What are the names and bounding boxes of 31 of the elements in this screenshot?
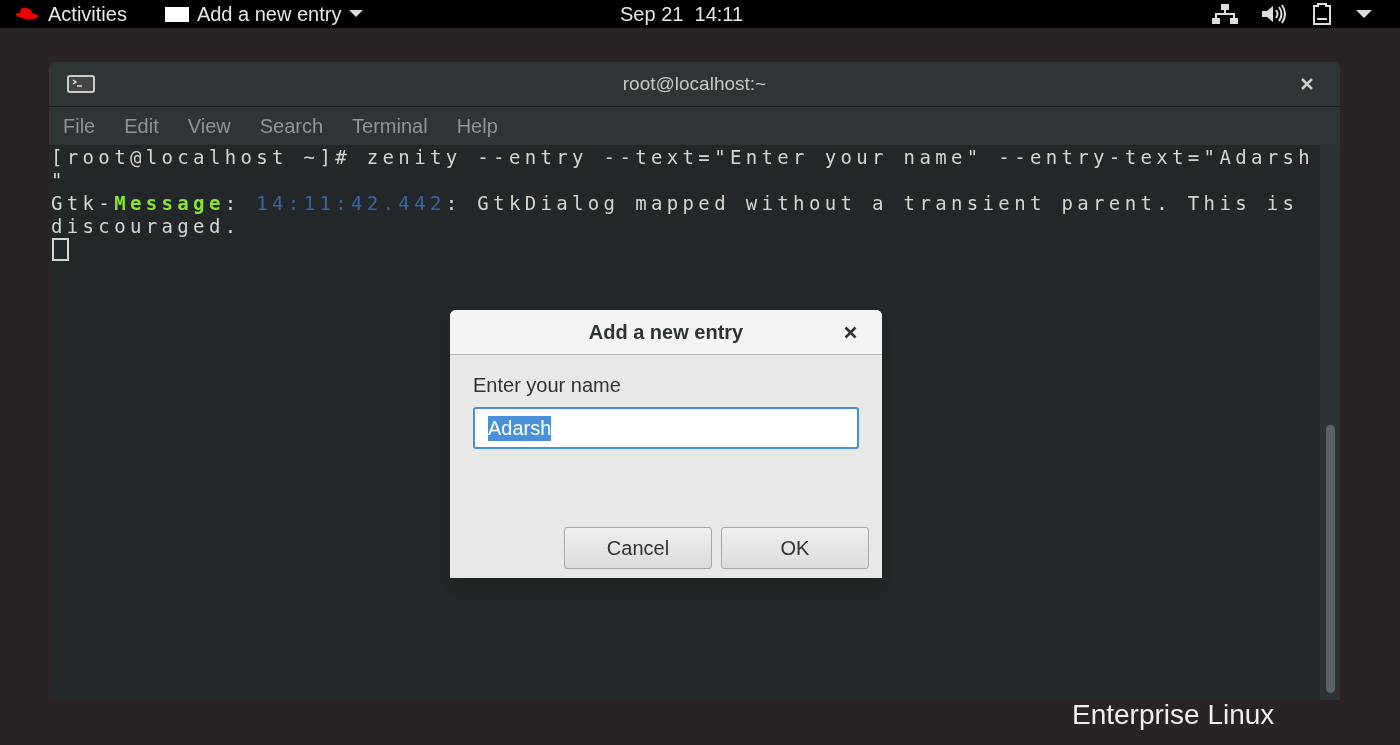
battery-icon[interactable] bbox=[1312, 3, 1332, 25]
caret-icon bbox=[349, 10, 364, 18]
window-title: root@localhost:~ bbox=[622, 71, 767, 96]
terminal-line: discouraged. bbox=[51, 215, 241, 238]
scrollbar[interactable] bbox=[1320, 145, 1340, 700]
name-field[interactable]: Adarsh bbox=[473, 407, 859, 449]
menu-item[interactable]: Terminal bbox=[352, 111, 428, 141]
terminal-line: " bbox=[51, 169, 67, 192]
hat-icon bbox=[14, 7, 40, 21]
dialog-title: Add a new entry bbox=[588, 320, 744, 345]
volume-icon[interactable] bbox=[1262, 4, 1288, 24]
terminal-icon bbox=[67, 75, 95, 93]
caret-icon[interactable] bbox=[1356, 10, 1372, 18]
brand-text: Enterprise Linux bbox=[1072, 701, 1275, 729]
prompt-label: Enter your name bbox=[473, 374, 622, 396]
window-icon bbox=[164, 6, 189, 22]
terminal-line: Gtk-Message: 14:11:42.442: GtkDialog mapped without a transient parent. This is bbox=[51, 192, 1299, 215]
cursor bbox=[52, 238, 69, 261]
dialog-button[interactable]: OK bbox=[721, 527, 869, 569]
menu-item[interactable]: Search bbox=[259, 111, 324, 141]
menu-item[interactable]: Edit bbox=[124, 111, 159, 141]
menu-item[interactable]: View bbox=[187, 111, 231, 141]
network-icon[interactable] bbox=[1212, 4, 1238, 24]
terminal-line: [root@localhost ~]# zenity --entry --text="Enter your name" --entry-text="Adarsh bbox=[51, 146, 1315, 169]
menu-item[interactable]: File bbox=[63, 111, 96, 141]
app-menu[interactable]: Add a new entry bbox=[164, 0, 364, 29]
activities-button[interactable]: Activities bbox=[48, 0, 127, 29]
dialog-button[interactable]: Cancel bbox=[564, 527, 712, 569]
clock[interactable]: Sep 21 14:11 bbox=[620, 0, 744, 29]
close-icon[interactable] bbox=[844, 325, 857, 339]
menu-item[interactable]: Help bbox=[456, 111, 498, 141]
